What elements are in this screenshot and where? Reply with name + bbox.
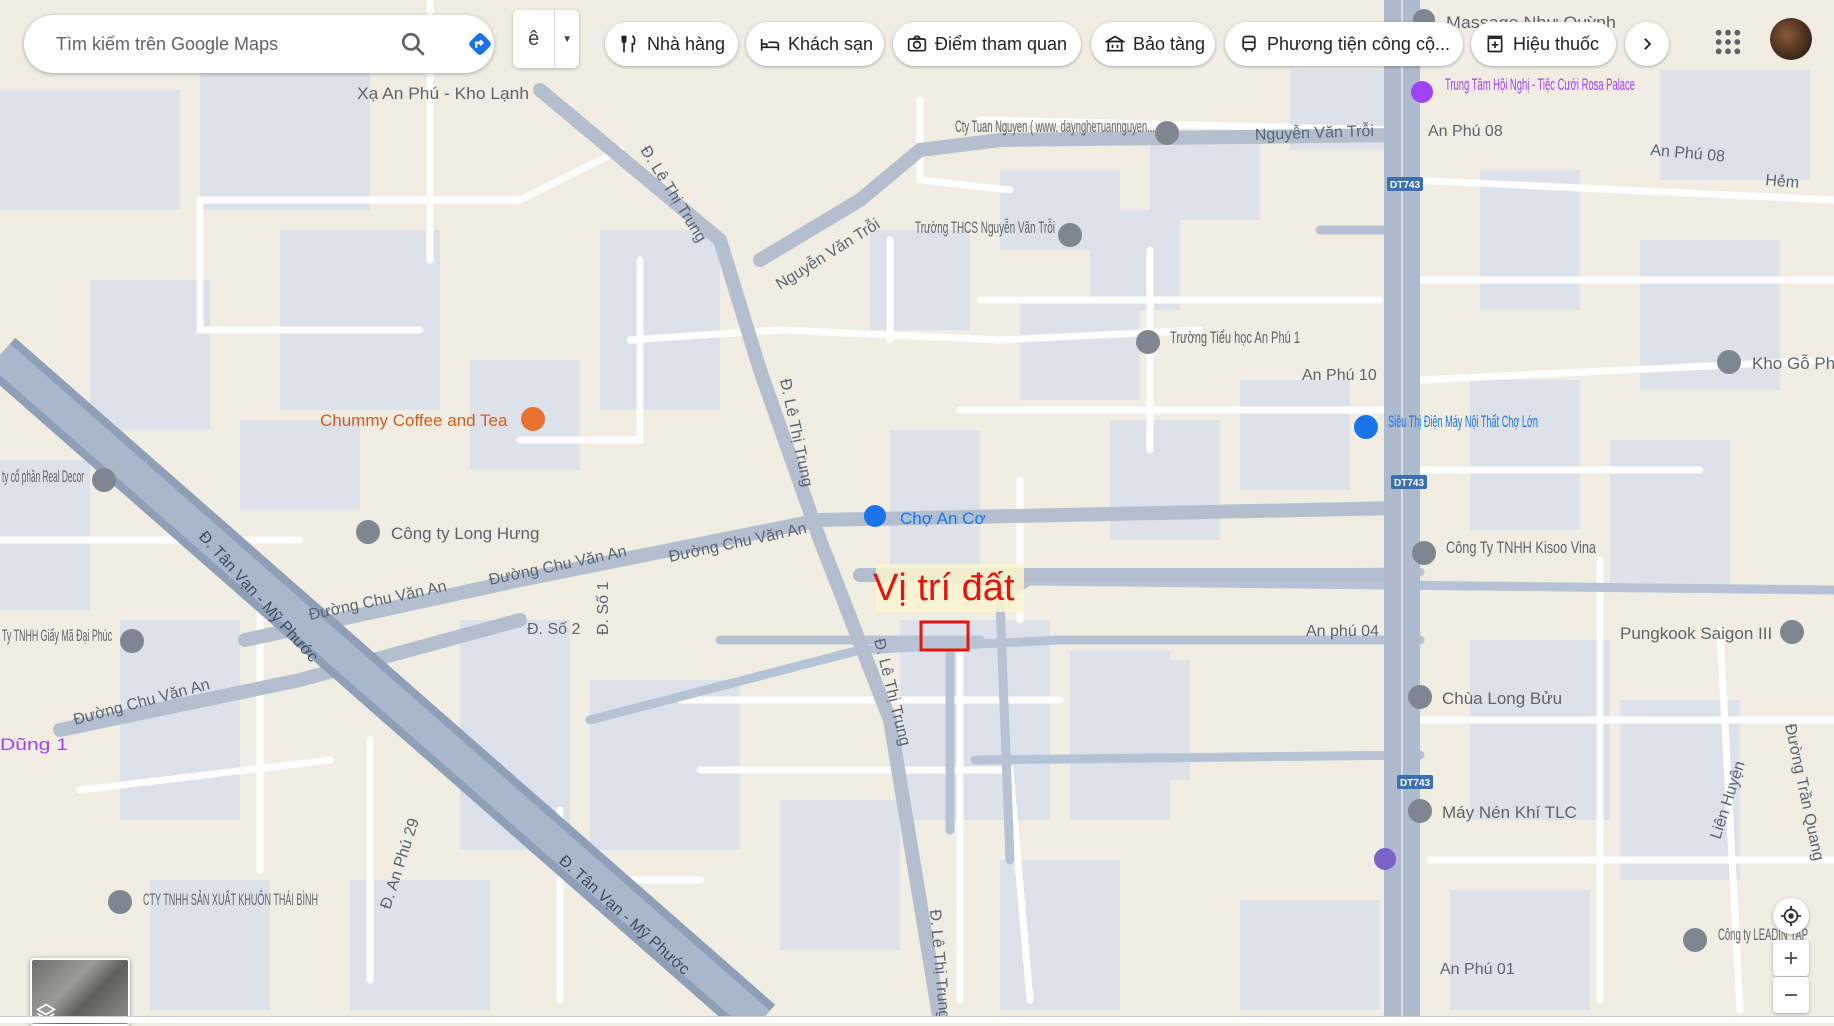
label-an-phu-01: An Phú 01 — [1440, 961, 1515, 978]
bus-stop-icon[interactable] — [1374, 848, 1396, 870]
pharmacy-icon — [1487, 35, 1503, 53]
my-location-icon — [1780, 905, 1802, 927]
my-location-button[interactable] — [1773, 898, 1809, 934]
chip-label: Hiệu thuốc — [1513, 33, 1600, 54]
cafe-icon[interactable] — [521, 407, 545, 431]
place-cho-an-co: Chợ An Cơ — [900, 509, 986, 528]
chip-label: Nhà hàng — [647, 33, 726, 54]
dt743-shield-label-3: DT743 — [1400, 778, 1430, 789]
school-icon[interactable] — [1136, 330, 1160, 354]
venue-icon[interactable] — [1411, 81, 1433, 103]
place-pungkook: Pungkook Saigon III — [1620, 624, 1772, 643]
business-icon[interactable] — [92, 468, 116, 492]
chevron-down-icon[interactable]: ▼ — [554, 10, 579, 68]
school-icon[interactable] — [1155, 121, 1179, 145]
chip-label: Điểm tham quan — [935, 33, 1068, 54]
chip-pharmacy[interactable]: Hiệu thuốc — [1471, 22, 1616, 66]
business-icon[interactable] — [1683, 928, 1707, 952]
place-dung-1: Dũng 1 — [0, 735, 68, 754]
minus-icon — [1785, 994, 1797, 996]
camera-icon — [907, 35, 927, 52]
annotation-label: Vị trí đất — [873, 567, 1015, 609]
business-icon[interactable] — [1412, 541, 1436, 565]
dt743-shield-label-2: DT743 — [1394, 478, 1424, 489]
business-icon[interactable] — [108, 890, 132, 914]
label-so-2: Đ. Số 2 — [527, 621, 580, 638]
place-real-decor: ty cổ phần Real Decor — [2, 467, 84, 486]
place-tlc: Máy Nén Khí TLC — [1442, 803, 1577, 822]
school-icon[interactable] — [1058, 223, 1082, 247]
zoom-out-button[interactable] — [1773, 977, 1809, 1013]
place-khuon-thai-binh: CTY TNHH SẢN XUẤT KHUÔN THÁI BÌNH — [143, 890, 318, 909]
transit-icon — [1242, 35, 1256, 52]
business-icon[interactable] — [356, 520, 380, 544]
business-icon[interactable] — [1780, 620, 1804, 644]
place-rosa-palace: Trung Tâm Hội Nghị - Tiệc Cưới Rosa Pala… — [1445, 75, 1635, 94]
place-kho-lanh: Xạ An Phú - Kho Lạnh — [357, 84, 529, 103]
chip-restaurants[interactable]: Nhà hàng — [605, 22, 738, 66]
place-tieu-hoc: Trường Tiểu học An Phú 1 — [1170, 328, 1300, 347]
place-kho-go: Kho Gỗ Ph — [1752, 354, 1834, 373]
chip-label: Phương tiện công cộ... — [1267, 33, 1450, 54]
chevron-right-icon — [1644, 38, 1652, 50]
chip-scroll-next-button[interactable] — [1625, 22, 1669, 66]
restaurant-icon — [621, 35, 636, 53]
chip-museums[interactable]: Bảo tàng — [1091, 22, 1215, 66]
ime-label: ê — [528, 27, 540, 50]
museum-icon — [1105, 35, 1125, 52]
place-thcs: Trường THCS Nguyễn Văn Trỗi — [915, 218, 1055, 237]
directions-icon[interactable] — [465, 29, 495, 59]
search-icon[interactable] — [400, 31, 426, 57]
label-an-phu-04: An phú 04 — [1306, 623, 1379, 640]
map-canvas[interactable]: Đ. Lê Thị Trung Đ. Lê Thị Trung Đ. Lê Th… — [0, 0, 1834, 1022]
chip-transit[interactable]: Phương tiện công cộ... — [1225, 22, 1463, 66]
business-icon[interactable] — [1408, 799, 1432, 823]
place-chua-long-buu: Chùa Long Bửu — [1442, 689, 1562, 708]
search-input[interactable] — [54, 32, 378, 56]
label-an-phu-08-1: An Phú 08 — [1428, 123, 1503, 140]
dt743-shield-label-1: DT743 — [1390, 180, 1420, 191]
shopping-bag-icon[interactable] — [1354, 415, 1378, 439]
avatar[interactable] — [1770, 18, 1812, 60]
temple-icon[interactable] — [1408, 685, 1432, 709]
place-sieu-thi: Siêu Thị Điện Máy Nội Thất Chợ Lớn — [1388, 412, 1538, 431]
place-dai-phuc: Ty TNHH Giấy Mã Đại Phúc — [2, 626, 112, 645]
hotel-icon — [760, 39, 780, 51]
plus-icon — [1785, 952, 1797, 964]
chip-label: Khách sạn — [788, 33, 874, 54]
business-icon[interactable] — [120, 629, 144, 653]
label-an-phu-10: An Phú 10 — [1302, 367, 1377, 384]
place-long-hung: Công ty Long Hưng — [391, 524, 539, 543]
search-box — [24, 15, 494, 73]
business-icon[interactable] — [1717, 350, 1741, 374]
zoom-in-button[interactable] — [1773, 940, 1809, 976]
label-hem: Hẻm — [1765, 172, 1800, 192]
chip-label: Bảo tàng — [1133, 33, 1206, 54]
place-tuan-nguyen: Cty Tuan Nguyen ( www. dayngheтuannguyen… — [955, 117, 1155, 136]
apps-grid-icon[interactable] — [1714, 28, 1742, 56]
place-chummy: Chummy Coffee and Tea — [320, 411, 508, 430]
chip-hotels[interactable]: Khách sạn — [746, 22, 884, 66]
chip-attractions[interactable]: Điểm tham quan — [893, 22, 1081, 66]
place-kisoo: Công Ty TNHH Kisoo Vina — [1446, 538, 1596, 557]
input-method-selector[interactable]: ê ▼ — [513, 10, 579, 68]
label-so-1: Đ. Số 1 — [595, 582, 612, 635]
market-icon[interactable] — [864, 505, 886, 527]
